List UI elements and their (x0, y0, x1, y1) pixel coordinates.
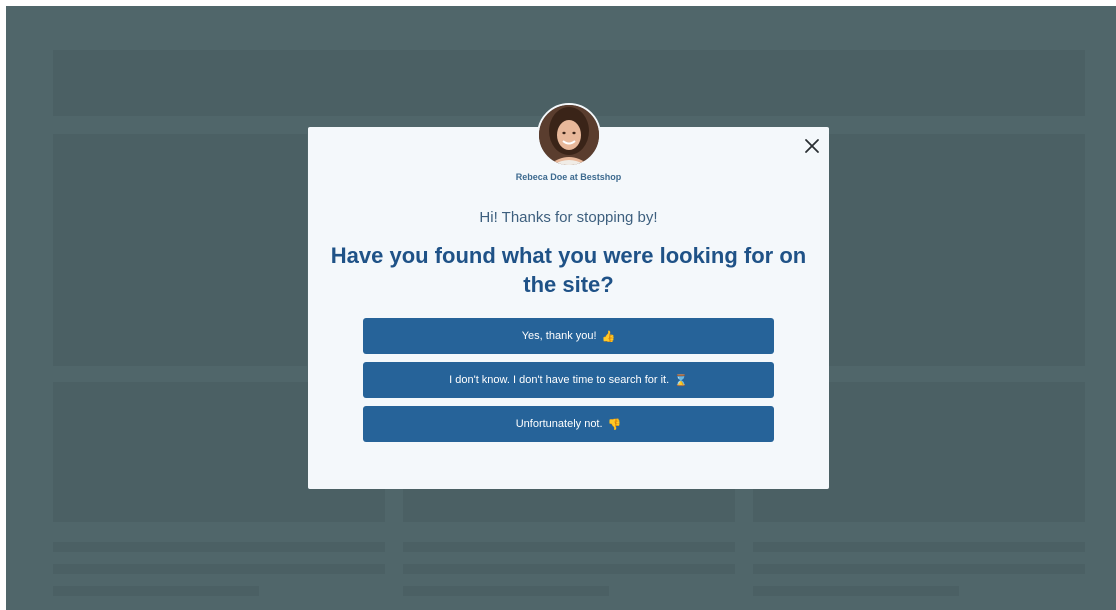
answer-button-no[interactable]: Unfortunately not. 👎 (363, 406, 774, 442)
placeholder-text-line (403, 564, 735, 574)
placeholder-left-column (53, 134, 307, 366)
placeholder-right-column (829, 134, 1085, 366)
placeholder-text-line (53, 542, 385, 552)
placeholder-text-line (403, 586, 609, 596)
placeholder-text-line (753, 542, 1085, 552)
agent-avatar (537, 103, 601, 167)
answer-label: Yes, thank you! (521, 330, 597, 342)
placeholder-text-line (753, 564, 1085, 574)
answer-button-dont-know[interactable]: I don't know. I don't have time to searc… (363, 362, 774, 398)
placeholder-text-line (53, 586, 259, 596)
thumbs-down-icon: 👎 (607, 418, 622, 431)
greeting-text: Hi! Thanks for stopping by! (479, 209, 658, 226)
close-icon (805, 139, 819, 153)
placeholder-text-line (403, 542, 735, 552)
agent-name-label: Rebeca Doe at Bestshop (515, 172, 622, 182)
answer-label: Unfortunately not. (515, 418, 603, 430)
thumbs-up-icon: 👍 (601, 330, 616, 343)
hourglass-icon: ⌛ (674, 374, 688, 387)
question-heading: Have you found what you were looking for… (330, 243, 807, 297)
answer-button-yes[interactable]: Yes, thank you! 👍 (363, 318, 774, 354)
placeholder-text-line (53, 564, 385, 574)
answer-label: I don't know. I don't have time to searc… (449, 374, 670, 386)
close-button[interactable] (800, 134, 824, 158)
placeholder-text-line (753, 586, 959, 596)
avatar-photo (539, 105, 599, 165)
